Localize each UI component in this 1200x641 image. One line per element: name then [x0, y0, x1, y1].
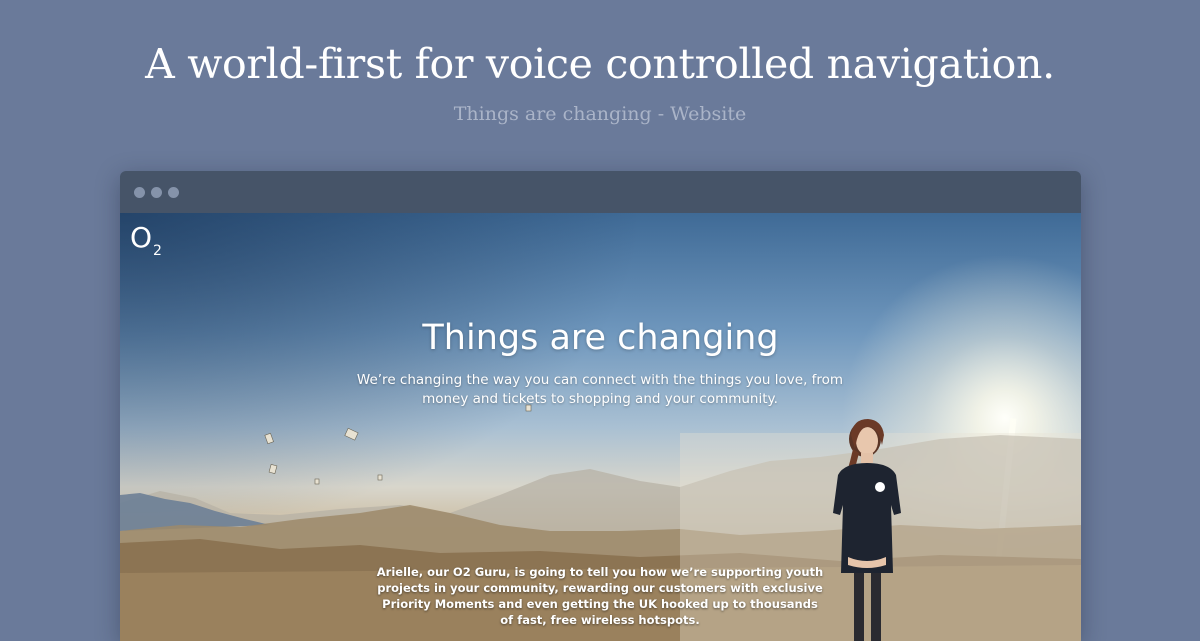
browser-title-bar: [120, 171, 1081, 213]
page-headline: A world-first for voice controlled navig…: [145, 40, 1055, 88]
page-subline: Things are changing - Website: [453, 103, 747, 125]
window-dot-icon: [134, 187, 145, 198]
window-dot-icon: [168, 187, 179, 198]
o2-logo[interactable]: O2: [130, 223, 162, 266]
guru-intro-text: Arielle, our O2 Guru, is going to tell y…: [376, 565, 824, 627]
flying-objects: [264, 404, 532, 485]
o2-logo-text: O: [130, 221, 153, 254]
hero-title: Things are changing: [422, 318, 779, 358]
o2-logo-subscript: 2: [153, 243, 162, 259]
hero-text: We’re changing the way you can connect w…: [356, 372, 844, 407]
website-screenshot: O2 Things are changing We’re changing th…: [120, 213, 1081, 641]
browser-window: O2 Things are changing We’re changing th…: [120, 171, 1081, 641]
window-dot-icon: [151, 187, 162, 198]
